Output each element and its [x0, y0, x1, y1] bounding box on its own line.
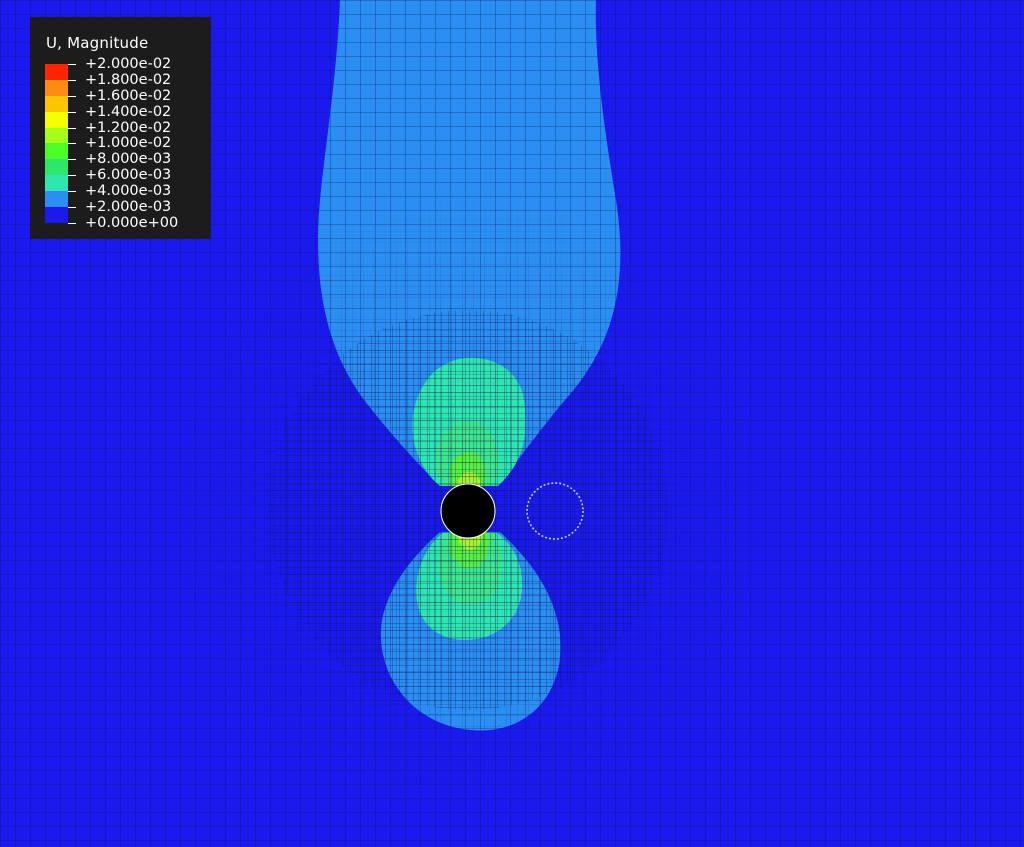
- legend-tick: [68, 207, 76, 209]
- legend-tick: [68, 64, 76, 65]
- legend-tick: [68, 159, 76, 161]
- legend-tick: [68, 175, 76, 177]
- legend-value-label: +1.200e-02: [85, 119, 172, 136]
- legend-swatch: [45, 143, 68, 160]
- legend-value-label: +1.000e-02: [85, 135, 172, 152]
- legend-tick: [68, 127, 76, 129]
- legend-swatch: [45, 207, 68, 223]
- legend-title: U, Magnitude: [46, 34, 149, 52]
- legend-tick: [68, 95, 76, 97]
- legend-tick: [68, 222, 76, 224]
- contour-legend: U, Magnitude +2.000e-02 +1.800e-02 +1.600e…: [30, 17, 211, 239]
- legend-value-label: +8.000e-03: [85, 151, 172, 168]
- legend-value-label: +1.600e-02: [85, 87, 172, 104]
- legend-tick: [68, 191, 76, 193]
- legend-swatch: [45, 159, 68, 176]
- legend-value-label: +6.000e-03: [85, 167, 172, 184]
- excavation-hole: [440, 483, 496, 539]
- legend-swatch: [45, 64, 68, 80]
- legend-swatch: [45, 95, 68, 112]
- legend-value-label: +1.800e-02: [85, 71, 172, 88]
- legend-swatch: [45, 127, 68, 144]
- legend-value-label: +0.000e+00: [85, 214, 179, 231]
- legend-swatch: [45, 191, 68, 208]
- legend-value-label: +2.000e-02: [85, 56, 172, 72]
- legend-tick: [68, 111, 76, 113]
- legend-value-label: +4.000e-03: [85, 183, 172, 200]
- legend-swatch: [45, 111, 68, 128]
- legend-swatch: [45, 175, 68, 192]
- legend-tick: [68, 79, 76, 81]
- legend-tick: [68, 143, 76, 145]
- legend-value-label: +2.000e-03: [85, 199, 172, 216]
- legend-value-label: +1.400e-02: [85, 103, 172, 120]
- legend-swatch: [45, 79, 68, 96]
